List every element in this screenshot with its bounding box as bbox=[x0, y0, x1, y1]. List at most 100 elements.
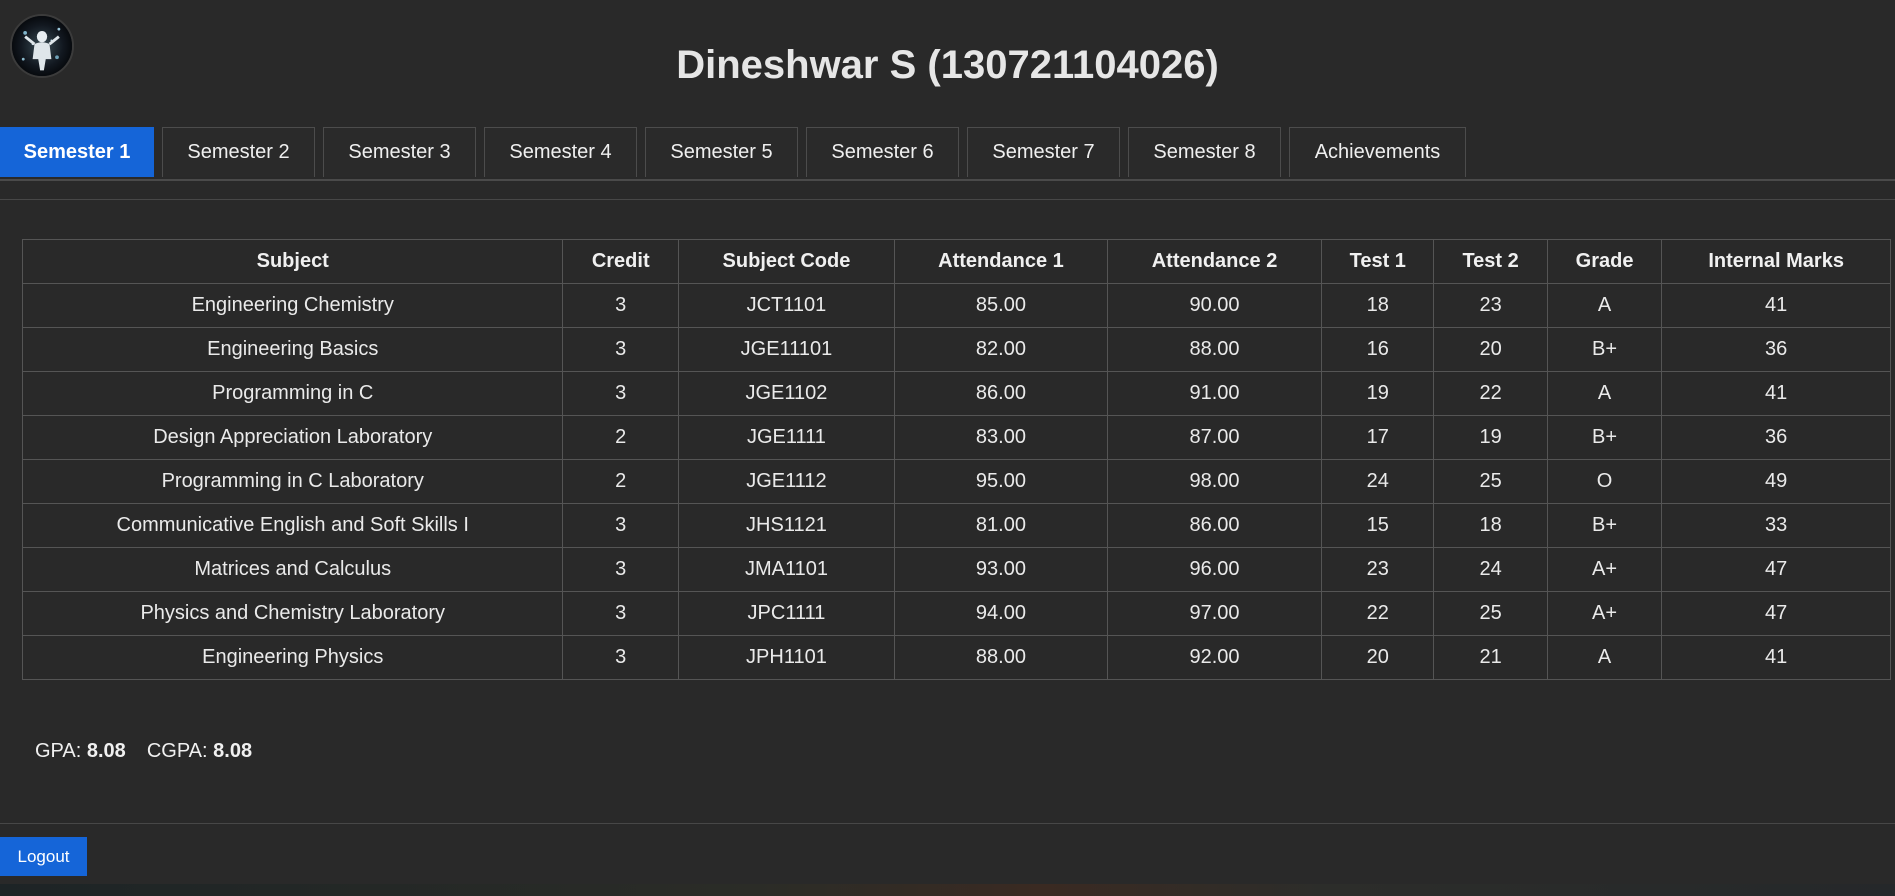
table-cell: JGE1111 bbox=[677, 415, 895, 460]
page: Dineshwar S (130721104026) Semester 1 Sem… bbox=[0, 0, 1895, 896]
table-cell: 2 bbox=[562, 415, 679, 460]
tab-semester-3[interactable]: Semester 3 bbox=[323, 127, 476, 177]
table-cell: B+ bbox=[1546, 415, 1663, 460]
table-cell: 36 bbox=[1661, 415, 1891, 460]
table-cell: 16 bbox=[1321, 327, 1435, 372]
table-cell: 90.00 bbox=[1106, 283, 1323, 328]
table-cell: 41 bbox=[1661, 635, 1891, 680]
table-cell: Programming in C Laboratory bbox=[21, 459, 564, 504]
table-row: Programming in C 3 JGE1102 86.00 91.00 19 22 A 4… bbox=[21, 371, 1891, 416]
table-cell: A bbox=[1546, 635, 1663, 680]
table-row: Physics and Chemistry Laboratory 3 JPC1111… bbox=[21, 591, 1891, 636]
table-cell: 3 bbox=[562, 547, 679, 592]
table-cell: B+ bbox=[1546, 327, 1663, 372]
column-header: Attendance 1 bbox=[893, 239, 1109, 284]
grades-table: Subject Credit Subject Code Attendance 1 Att… bbox=[21, 239, 1891, 680]
gpa-label: GPA: bbox=[35, 740, 82, 762]
table-cell: 82.00 bbox=[893, 327, 1109, 372]
table-cell: 98.00 bbox=[1106, 459, 1323, 504]
divider bbox=[0, 199, 1895, 200]
table-cell: 3 bbox=[562, 503, 679, 548]
tab-semester-5[interactable]: Semester 5 bbox=[645, 127, 798, 177]
column-header: Subject bbox=[21, 239, 564, 284]
window-bottom-strip bbox=[0, 884, 1895, 896]
table-cell: 17 bbox=[1321, 415, 1435, 460]
tab-semester-2[interactable]: Semester 2 bbox=[162, 127, 315, 177]
table-cell: 41 bbox=[1661, 283, 1891, 328]
column-header: Internal Marks bbox=[1661, 239, 1891, 284]
tab-achievements[interactable]: Achievements bbox=[1289, 127, 1466, 177]
table-cell: JPC1111 bbox=[677, 591, 895, 636]
table-row: Engineering Basics 3 JGE11101 82.00 88.00 16 2… bbox=[21, 327, 1891, 372]
table-cell: A bbox=[1546, 371, 1663, 416]
table-cell: JGE11101 bbox=[677, 327, 895, 372]
table-cell: Communicative English and Soft Skills I bbox=[21, 503, 564, 548]
table-cell: B+ bbox=[1546, 503, 1663, 548]
table-cell: 3 bbox=[562, 327, 679, 372]
table-cell: 19 bbox=[1321, 371, 1435, 416]
column-header: Grade bbox=[1546, 239, 1663, 284]
table-cell: 95.00 bbox=[893, 459, 1109, 504]
table-cell: Physics and Chemistry Laboratory bbox=[21, 591, 564, 636]
table-cell: 2 bbox=[562, 459, 679, 504]
gpa-summary: GPA: 8.08 CGPA: 8.08 bbox=[35, 740, 252, 763]
table-cell: Design Appreciation Laboratory bbox=[21, 415, 564, 460]
column-header: Credit bbox=[562, 239, 679, 284]
table-cell: 24 bbox=[1321, 459, 1435, 504]
table-cell: 23 bbox=[1433, 283, 1548, 328]
tab-semester-1[interactable]: Semester 1 bbox=[0, 127, 154, 177]
table-cell: 22 bbox=[1321, 591, 1435, 636]
table-cell: JMA1101 bbox=[677, 547, 895, 592]
table-cell: 83.00 bbox=[893, 415, 1109, 460]
table-cell: JGE1112 bbox=[677, 459, 895, 504]
table-cell: 20 bbox=[1321, 635, 1435, 680]
tab-semester-4[interactable]: Semester 4 bbox=[484, 127, 637, 177]
column-header: Subject Code bbox=[677, 239, 895, 284]
table-cell: 96.00 bbox=[1106, 547, 1323, 592]
table-cell: 87.00 bbox=[1106, 415, 1323, 460]
table-cell: 24 bbox=[1433, 547, 1548, 592]
table-cell: 18 bbox=[1321, 283, 1435, 328]
table-cell: 25 bbox=[1433, 591, 1548, 636]
column-header: Test 2 bbox=[1433, 239, 1548, 284]
table-row: Design Appreciation Laboratory 2 JGE1111 83… bbox=[21, 415, 1891, 460]
table-cell: JGE1102 bbox=[677, 371, 895, 416]
table-cell: Programming in C bbox=[21, 371, 564, 416]
tab-semester-7[interactable]: Semester 7 bbox=[967, 127, 1120, 177]
semester-tabs: Semester 1 Semester 2 Semester 3 Semester 4… bbox=[0, 127, 1895, 181]
table-cell: 25 bbox=[1433, 459, 1548, 504]
table-cell: 81.00 bbox=[893, 503, 1109, 548]
table-cell: A+ bbox=[1546, 591, 1663, 636]
table-cell: 19 bbox=[1433, 415, 1548, 460]
table-cell: Engineering Chemistry bbox=[21, 283, 564, 328]
table-cell: 88.00 bbox=[893, 635, 1109, 680]
tab-semester-8[interactable]: Semester 8 bbox=[1128, 127, 1281, 177]
table-cell: 86.00 bbox=[1106, 503, 1323, 548]
tab-semester-6[interactable]: Semester 6 bbox=[806, 127, 959, 177]
table-header-row: Subject Credit Subject Code Attendance 1 Att… bbox=[21, 239, 1891, 284]
table-cell: 91.00 bbox=[1106, 371, 1323, 416]
table-cell: 41 bbox=[1661, 371, 1891, 416]
table-row: Matrices and Calculus 3 JMA1101 93.00 96.00 2… bbox=[21, 547, 1891, 592]
gpa-value: 8.08 bbox=[86, 740, 126, 762]
table-cell: 88.00 bbox=[1106, 327, 1323, 372]
cgpa-value: 8.08 bbox=[213, 740, 253, 762]
table-cell: 23 bbox=[1321, 547, 1435, 592]
table-cell: 97.00 bbox=[1106, 591, 1323, 636]
table-cell: JPH1101 bbox=[677, 635, 895, 680]
divider bbox=[0, 823, 1895, 824]
table-cell: JHS1121 bbox=[677, 503, 895, 548]
table-row: Communicative English and Soft Skills I3… bbox=[21, 503, 1891, 548]
table-cell: A bbox=[1546, 283, 1663, 328]
table-cell: 3 bbox=[562, 371, 679, 416]
table-cell: JCT1101 bbox=[677, 283, 895, 328]
table-cell: 47 bbox=[1661, 547, 1891, 592]
table-cell: 47 bbox=[1661, 591, 1891, 636]
logout-button[interactable]: Logout bbox=[0, 837, 87, 876]
table-cell: A+ bbox=[1546, 547, 1663, 592]
table-body: Engineering Chemistry 3 JCT1101 85.00 90.00 1… bbox=[21, 283, 1891, 680]
table-cell: 94.00 bbox=[893, 591, 1109, 636]
table-cell: 85.00 bbox=[893, 283, 1109, 328]
table-cell: O bbox=[1546, 459, 1663, 504]
table-cell: 36 bbox=[1661, 327, 1891, 372]
